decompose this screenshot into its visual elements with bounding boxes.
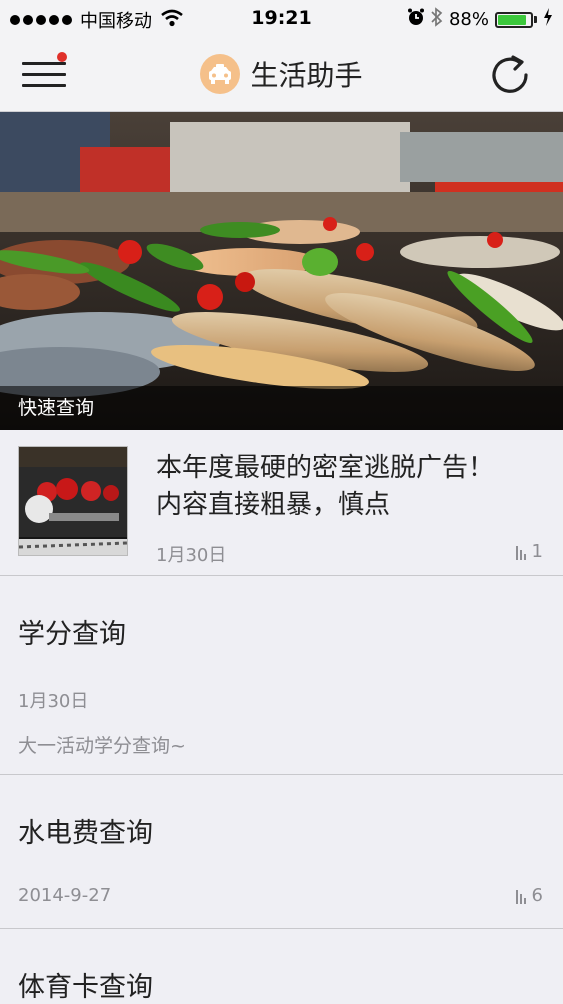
view-count-value: 6 [531, 885, 543, 906]
status-bar: 中国移动 19:21 88% [0, 0, 563, 36]
article-thumbnail [18, 446, 128, 556]
bluetooth-icon [431, 7, 443, 32]
article-date: 1月30日 [156, 545, 227, 566]
nav-title-group: 生活助手 [0, 54, 563, 94]
view-count: 6 [515, 885, 543, 906]
hero-caption: 快速查询 [0, 386, 563, 430]
article-description: 大一活动学分查询~ [18, 735, 186, 757]
battery-fill [498, 14, 527, 25]
taxi-icon [200, 54, 241, 94]
refresh-icon [492, 55, 528, 93]
list-item[interactable]: 学分查询 1月30日 大一活动学分查询~ [0, 576, 563, 775]
list-item[interactable]: 本年度最硬的密室逃脱广告！内容直接粗暴，慎点 1月30日 1 [0, 430, 563, 576]
alarm-clock-icon [407, 8, 425, 31]
article-title: 水电费查询 [18, 818, 153, 849]
seafood-market-photo [0, 112, 563, 430]
article-title: 学分查询 [18, 619, 126, 650]
article-date: 1月30日 [18, 691, 89, 712]
page-title: 生活助手 [250, 59, 363, 92]
battery-percent: 88% [448, 9, 489, 30]
view-count-value: 1 [531, 541, 543, 562]
article-title: 本年度最硬的密室逃脱广告！内容直接粗暴，慎点 [156, 453, 495, 520]
view-count: 1 [515, 541, 543, 562]
article-title: 体育卡查询 [18, 972, 153, 1003]
bar-chart-icon [515, 544, 526, 560]
list-item[interactable]: 水电费查询 2014-9-27 6 [0, 775, 563, 929]
battery-icon [495, 11, 537, 28]
list-item[interactable]: 体育卡查询 [0, 929, 563, 1003]
navigation-bar: 生活助手 [0, 36, 563, 112]
status-right: 88% [407, 7, 553, 32]
hero-banner[interactable]: 快速查询 [0, 112, 563, 430]
charging-icon [543, 8, 553, 31]
article-date: 2014-9-27 [18, 885, 112, 906]
bar-chart-icon [515, 888, 526, 904]
refresh-button[interactable] [489, 54, 531, 96]
